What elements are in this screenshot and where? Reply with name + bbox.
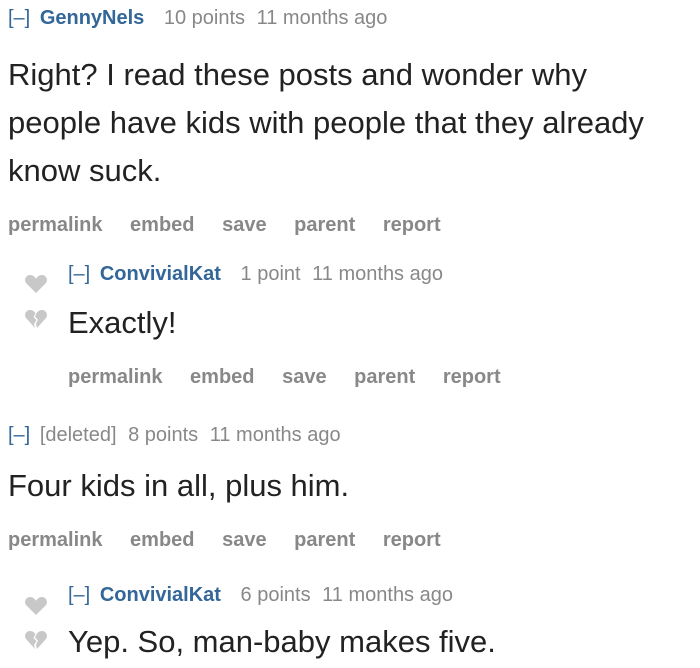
comment-body: Yep. So, man-baby makes five. (68, 624, 496, 659)
permalink-button[interactable]: permalink (8, 529, 102, 551)
collapse-toggle[interactable]: [–] (68, 584, 90, 606)
embed-button[interactable]: embed (130, 214, 194, 236)
comment-gennynels: [–] GennyNels 10 points 11 months ago Ri… (8, 6, 700, 237)
collapse-toggle[interactable]: [–] (68, 263, 90, 285)
embed-button[interactable]: embed (190, 366, 254, 388)
comment-actions: permalink embed save parent report (8, 529, 700, 552)
parent-button[interactable]: parent (294, 214, 355, 236)
broken-heart-downvote-icon[interactable] (24, 309, 48, 329)
score: 8 points (128, 424, 199, 446)
save-button[interactable]: save (222, 214, 267, 236)
comment-tagline: [–] ConvivialKat 1 point 11 months ago (68, 262, 700, 286)
timestamp: 11 months ago (209, 424, 341, 446)
comment-body: Four kids in all, plus him. (8, 468, 350, 503)
collapse-toggle[interactable]: [–] (8, 7, 30, 29)
embed-button[interactable]: embed (130, 529, 194, 551)
score: 6 points (240, 584, 311, 606)
report-button[interactable]: report (383, 214, 441, 236)
comment-tagline: [–] [deleted] 8 points 11 months ago (8, 423, 700, 447)
permalink-button[interactable]: permalink (8, 214, 102, 236)
parent-button[interactable]: parent (294, 529, 355, 551)
comment-tagline: [–] ConvivialKat 6 points 11 months ago (68, 583, 700, 607)
comment-actions: permalink embed save parent report (68, 366, 700, 389)
comment-tagline: [–] GennyNels 10 points 11 months ago (8, 6, 700, 30)
report-button[interactable]: report (383, 529, 441, 551)
save-button[interactable]: save (282, 366, 327, 388)
comment-deleted: [–] [deleted] 8 points 11 months ago Fou… (8, 423, 700, 552)
report-button[interactable]: report (443, 366, 501, 388)
author-link[interactable]: ConvivialKat (100, 263, 221, 285)
save-button[interactable]: save (222, 529, 267, 551)
heart-upvote-icon[interactable] (24, 274, 48, 294)
comment-convivialkat-reply-1: [–] ConvivialKat 1 point 11 months ago E… (68, 262, 700, 389)
parent-button[interactable]: parent (354, 366, 415, 388)
comment-body: Exactly! (68, 305, 177, 340)
timestamp: 11 months ago (312, 263, 443, 285)
comment-body-line: Right? I read these posts and wonder why (8, 57, 588, 92)
comment-body-line: people have kids with people that they a… (8, 105, 644, 140)
author-link[interactable]: ConvivialKat (100, 584, 221, 606)
heart-upvote-icon[interactable] (24, 596, 48, 616)
score: 1 point (240, 263, 301, 285)
score: 10 points (163, 7, 246, 29)
permalink-button[interactable]: permalink (68, 366, 162, 388)
broken-heart-downvote-icon[interactable] (24, 630, 48, 650)
comment-convivialkat-reply-2: [–] ConvivialKat 6 points 11 months ago … (68, 583, 700, 666)
collapse-toggle[interactable]: [–] (8, 424, 30, 446)
deleted-author: [deleted] (39, 424, 117, 446)
comment-body-line: know suck. (8, 153, 162, 188)
comment-actions: permalink embed save parent report (8, 214, 700, 237)
comment-body: Right? I read these posts and wonder why… (8, 51, 700, 195)
timestamp: 11 months ago (322, 584, 453, 606)
author-link[interactable]: GennyNels (40, 7, 144, 29)
timestamp: 11 months ago (256, 7, 388, 29)
